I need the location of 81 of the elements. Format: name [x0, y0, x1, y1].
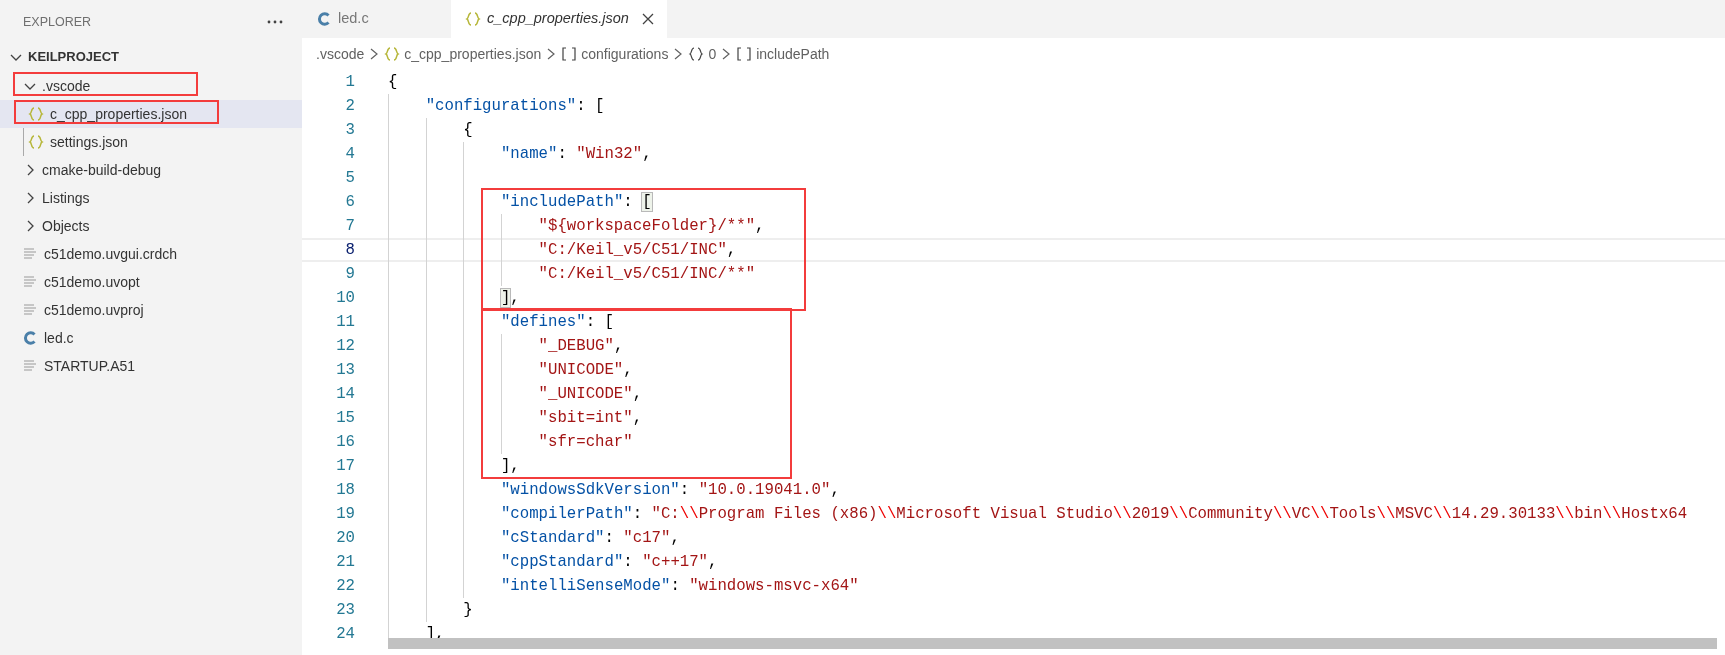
line-number: 6	[344, 192, 355, 213]
breadcrumb-item[interactable]: configurations	[561, 43, 669, 65]
code-line: "C:/Keil_v5/C51/INC",	[538, 241, 737, 259]
code-line: "includePath": [	[500, 193, 652, 211]
braces-icon	[384, 46, 401, 62]
code-line: "_DEBUG",	[538, 337, 624, 355]
breadcrumb-item[interactable]: includePath	[736, 43, 830, 65]
line-number: 19	[335, 504, 355, 525]
brackets-icon	[561, 46, 578, 62]
code-line: "C:/Keil_v5/C51/INC/**"	[538, 265, 756, 283]
tree-item[interactable]: c51demo.uvgui.crdch	[0, 240, 302, 268]
line-number: 3	[344, 120, 355, 141]
line-number: 9	[344, 264, 355, 285]
line-number: 4	[344, 144, 355, 165]
braces-icon	[465, 11, 481, 27]
line-number: 17	[335, 456, 355, 477]
code-line: "cStandard": "c17",	[500, 529, 680, 547]
line-number: 24	[335, 624, 355, 645]
tree-item[interactable]: c51demo.uvproj	[0, 296, 302, 324]
code-line: "_UNICODE",	[538, 385, 643, 403]
code-line: {	[388, 73, 398, 91]
tree-item[interactable]: c_cpp_properties.json	[0, 100, 302, 128]
line-number: 10	[335, 288, 355, 309]
line-number: 2	[344, 96, 355, 117]
code-line: "windowsSdkVersion": "10.0.19041.0",	[500, 481, 840, 499]
project-folder[interactable]: KEILPROJECT	[0, 44, 302, 70]
code-line: }	[463, 601, 473, 619]
code-line: ],	[500, 457, 520, 475]
braces-icon	[28, 134, 44, 150]
line-number: 5	[344, 168, 355, 189]
code-line: "configurations": [	[425, 97, 605, 115]
breadcrumb-item[interactable]: .vscode	[316, 43, 365, 65]
line-number: 1	[344, 72, 355, 93]
tree-item[interactable]: STARTUP.A51	[0, 352, 302, 380]
code-line: "UNICODE",	[538, 361, 633, 379]
braces-icon	[688, 46, 705, 62]
lines-icon	[22, 274, 38, 290]
code-line: "cppStandard": "c++17",	[500, 553, 718, 571]
lines-icon	[22, 358, 38, 374]
editor-tab[interactable]: c_cpp_properties.json	[451, 0, 667, 38]
line-number: 22	[335, 576, 355, 597]
braces-icon	[28, 106, 44, 122]
more-icon	[266, 19, 284, 25]
lines-icon	[22, 302, 38, 318]
line-number: 7	[344, 216, 355, 237]
code-line: "intelliSenseMode": "windows-msvc-x64"	[500, 577, 859, 595]
tree-item[interactable]: Listings	[0, 184, 302, 212]
explorer-title: EXPLORER	[23, 13, 92, 31]
editor-tab[interactable]: led.c	[302, 0, 451, 38]
line-number: 13	[335, 360, 355, 381]
code-line: "defines": [	[500, 313, 614, 331]
breadcrumb-item[interactable]: c_cpp_properties.json	[384, 43, 542, 65]
tree-item[interactable]: cmake-build-debug	[0, 156, 302, 184]
tree-item[interactable]: .vscode	[0, 72, 302, 100]
code-line: "sfr=char"	[538, 433, 633, 451]
tree-item[interactable]: settings.json	[0, 128, 302, 156]
line-number: 14	[335, 384, 355, 405]
line-number: 18	[335, 480, 355, 501]
code-line: "sbit=int",	[538, 409, 643, 427]
line-number: 11	[335, 312, 355, 333]
code-line: "${workspaceFolder}/**",	[538, 217, 765, 235]
tree-item[interactable]: c51demo.uvopt	[0, 268, 302, 296]
line-number: 12	[335, 336, 355, 357]
line-number: 21	[335, 552, 355, 573]
horizontal-scrollbar[interactable]	[388, 638, 1717, 649]
brackets-icon	[736, 46, 753, 62]
line-number: 20	[335, 528, 355, 549]
c-letter-icon	[316, 11, 332, 27]
line-number: 16	[335, 432, 355, 453]
tree-item[interactable]: Objects	[0, 212, 302, 240]
lines-icon	[22, 246, 38, 262]
line-number: 8	[344, 240, 355, 261]
tree-item[interactable]: led.c	[0, 324, 302, 352]
c-letter-icon	[22, 330, 38, 346]
line-number: 23	[335, 600, 355, 621]
code-line: "compilerPath": "C:\\Program Files (x86)\\Microsoft Visual Studio\\2019\\Community\\VC\\Tools\\MSVC\\14.29.30133\\bin\\Hostx64	[500, 505, 1688, 523]
code-line: {	[463, 121, 473, 139]
line-number: 15	[335, 408, 355, 429]
code-line: "name": "Win32",	[500, 145, 652, 163]
close-icon	[640, 12, 655, 26]
breadcrumb-item[interactable]: 0	[688, 43, 717, 65]
